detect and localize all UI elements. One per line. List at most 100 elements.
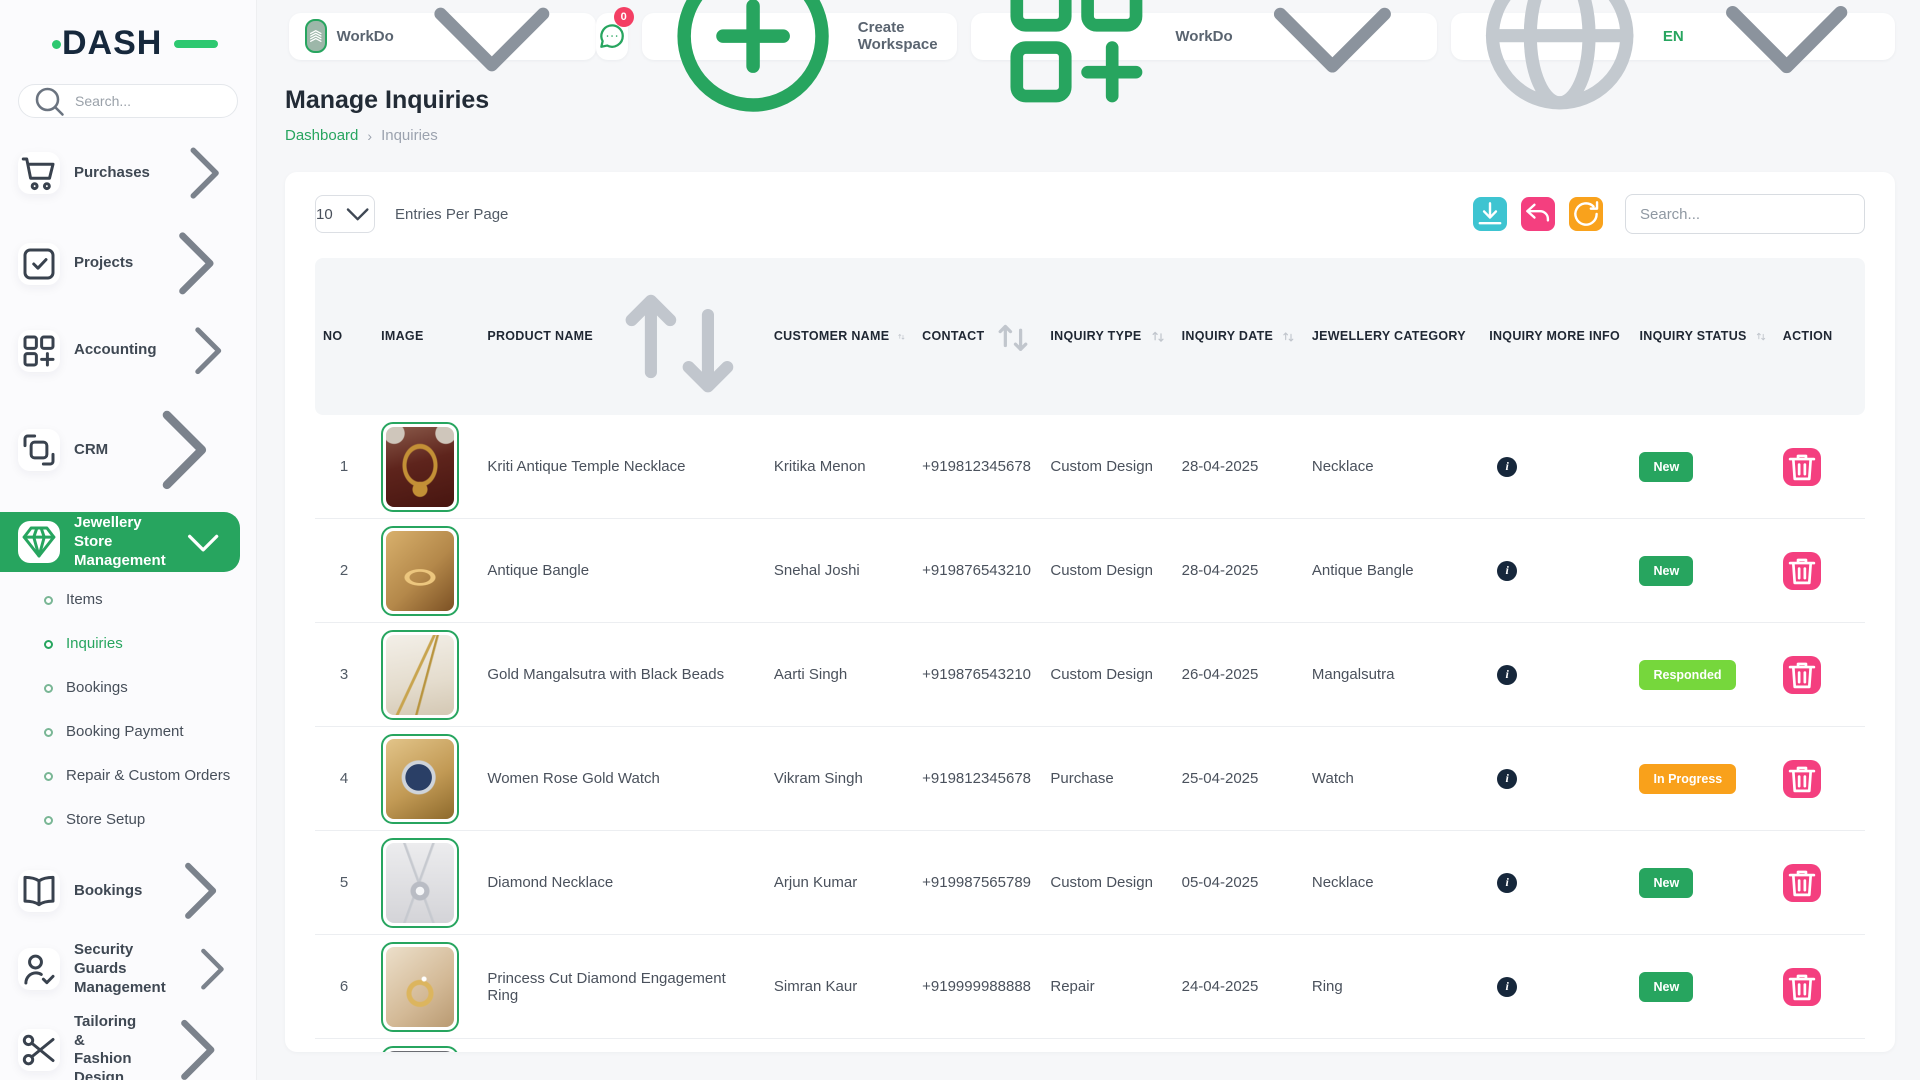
sidebar-subitem-label: Inquiries: [66, 635, 123, 654]
sidebar-subitem-booking-payment[interactable]: Booking Payment: [0, 710, 256, 754]
user-check-icon: [18, 948, 60, 990]
column-header-contact[interactable]: CONTACT: [914, 258, 1042, 415]
cell-more-info: i: [1481, 415, 1631, 519]
chevron-down-icon: [341, 197, 374, 230]
sidebar-item-label: Jewellery Store Management: [74, 514, 166, 570]
sidebar-submenu: Items Inquiries Bookings Booking PaymentRep…: [0, 578, 256, 842]
cell-more-info: i: [1481, 623, 1631, 727]
workspace-pill[interactable]: WorkDo: [289, 13, 596, 60]
breadcrumb-dashboard-link[interactable]: Dashboard: [285, 127, 358, 144]
column-header-type[interactable]: INQUIRY TYPE: [1042, 258, 1173, 415]
bullet-icon: [44, 640, 53, 649]
cell-category: Antique Bangle: [1304, 519, 1481, 623]
cell-type: Repair: [1042, 935, 1173, 1039]
info-icon[interactable]: i: [1497, 457, 1517, 477]
column-label: INQUIRY MORE INFO: [1489, 329, 1620, 343]
status-badge[interactable]: In Progress: [1639, 764, 1736, 794]
logo-accent-bar: [174, 40, 218, 48]
sidebar-subitem-label: Bookings: [66, 679, 128, 698]
product-thumbnail: [381, 838, 459, 928]
info-icon[interactable]: i: [1497, 665, 1517, 685]
sidebar-subitem-repair-custom-orders[interactable]: Repair & Custom Orders: [0, 754, 256, 798]
column-header-status[interactable]: INQUIRY STATUS: [1631, 258, 1774, 415]
cell-action: [1775, 415, 1865, 519]
cell-contact: +919812345678: [914, 727, 1042, 831]
cell-status: Responded: [1631, 623, 1774, 727]
create-workspace-button[interactable]: Create Workspace: [642, 13, 957, 60]
export-button[interactable]: [1473, 197, 1507, 231]
sidebar-search-input[interactable]: [75, 93, 225, 109]
cell-status: Closed: [1631, 1039, 1774, 1052]
sidebar-subitem-bookings[interactable]: Bookings: [0, 666, 256, 710]
cell-date: 28-04-2025: [1174, 519, 1304, 623]
cell-no: 2: [315, 519, 373, 623]
table-row: 1Kriti Antique Temple NecklaceKritika Me…: [315, 415, 1865, 519]
undo-icon: [1521, 197, 1555, 231]
table-actions: [1473, 194, 1865, 234]
bullet-icon: [44, 816, 53, 825]
table-body: 1Kriti Antique Temple NecklaceKritika Me…: [315, 415, 1865, 1052]
column-header-category[interactable]: JEWELLERY CATEGORY: [1304, 258, 1481, 415]
delete-button[interactable]: [1783, 448, 1821, 486]
cell-category: Ring: [1304, 935, 1481, 1039]
sidebar-item-security-guards-management[interactable]: Security Guards Management: [0, 936, 256, 1002]
column-header-date[interactable]: INQUIRY DATE: [1174, 258, 1304, 415]
sidebar-item-purchases[interactable]: Purchases: [0, 132, 256, 214]
cell-image: [373, 935, 479, 1039]
cell-contact: +919987565789: [914, 831, 1042, 935]
sidebar-subitem-inquiries[interactable]: Inquiries: [0, 622, 256, 666]
status-badge[interactable]: New: [1639, 972, 1693, 1002]
inquiries-card: 10 Entries Per Page NOIMAGEPRODUCT NAMEC…: [285, 172, 1895, 1052]
info-icon[interactable]: i: [1497, 873, 1517, 893]
bullet-icon: [44, 684, 53, 693]
cell-no: 4: [315, 727, 373, 831]
column-label: ACTION: [1783, 329, 1833, 343]
sort-icon: [1150, 328, 1166, 344]
cell-action: [1775, 831, 1865, 935]
sidebar-subitem-items[interactable]: Items: [0, 578, 256, 622]
sidebar-subitem-store-setup[interactable]: Store Setup: [0, 798, 256, 842]
cell-date: 28-04-2025: [1174, 415, 1304, 519]
column-header-product[interactable]: PRODUCT NAME: [479, 258, 766, 415]
status-badge[interactable]: New: [1639, 452, 1693, 482]
product-image: [386, 635, 454, 715]
table-search-input[interactable]: [1625, 194, 1865, 234]
sidebar-item-bookings[interactable]: Bookings: [0, 846, 256, 936]
sidebar-item-label: Security Guards Management: [74, 941, 166, 997]
sidebar-item-accounting[interactable]: Accounting: [0, 313, 256, 389]
delete-button[interactable]: [1783, 656, 1821, 694]
workspace-switcher[interactable]: WorkDo: [971, 13, 1438, 60]
delete-button[interactable]: [1783, 864, 1821, 902]
delete-button[interactable]: [1783, 760, 1821, 798]
sidebar-item-tailoring-fashion-design[interactable]: Tailoring & Fashion Design: [0, 1002, 256, 1080]
header-actions: 0 Create Workspace WorkDo EN: [596, 13, 1895, 60]
sidebar-item-projects[interactable]: Projects: [0, 214, 256, 313]
status-badge[interactable]: New: [1639, 556, 1693, 586]
reset-button[interactable]: [1521, 197, 1555, 231]
bullet-icon: [44, 728, 53, 737]
sidebar-item-crm[interactable]: CRM: [0, 388, 256, 512]
delete-button[interactable]: [1783, 968, 1821, 1006]
info-icon[interactable]: i: [1497, 561, 1517, 581]
delete-button[interactable]: [1783, 552, 1821, 590]
info-icon[interactable]: i: [1497, 769, 1517, 789]
column-label: CONTACT: [922, 329, 984, 343]
sidebar-item-jewellery-store-management[interactable]: Jewellery Store Management: [0, 512, 240, 572]
status-badge[interactable]: New: [1639, 868, 1693, 898]
logo-accent-dot: [52, 40, 61, 49]
main-content: Manage Inquiries Dashboard › Inquiries 1…: [256, 72, 1920, 1080]
info-icon[interactable]: i: [1497, 977, 1517, 997]
app-logo[interactable]: DASH: [62, 24, 202, 64]
cell-date: 26-04-2025: [1174, 623, 1304, 727]
diamond-icon: [18, 521, 60, 563]
sidebar-search[interactable]: [18, 84, 238, 118]
entries-per-page-select[interactable]: 10: [315, 195, 375, 233]
language-switcher[interactable]: EN: [1451, 13, 1895, 60]
messages-button[interactable]: 0: [596, 13, 628, 60]
refresh-button[interactable]: [1569, 197, 1603, 231]
status-badge[interactable]: Responded: [1639, 660, 1735, 690]
cell-product: Avni Diamond Stud Earrings: [479, 1039, 766, 1052]
search-icon: [31, 83, 67, 119]
sidebar-item-label: Tailoring & Fashion Design: [74, 1013, 136, 1080]
column-header-customer[interactable]: CUSTOMER NAME: [766, 258, 914, 415]
